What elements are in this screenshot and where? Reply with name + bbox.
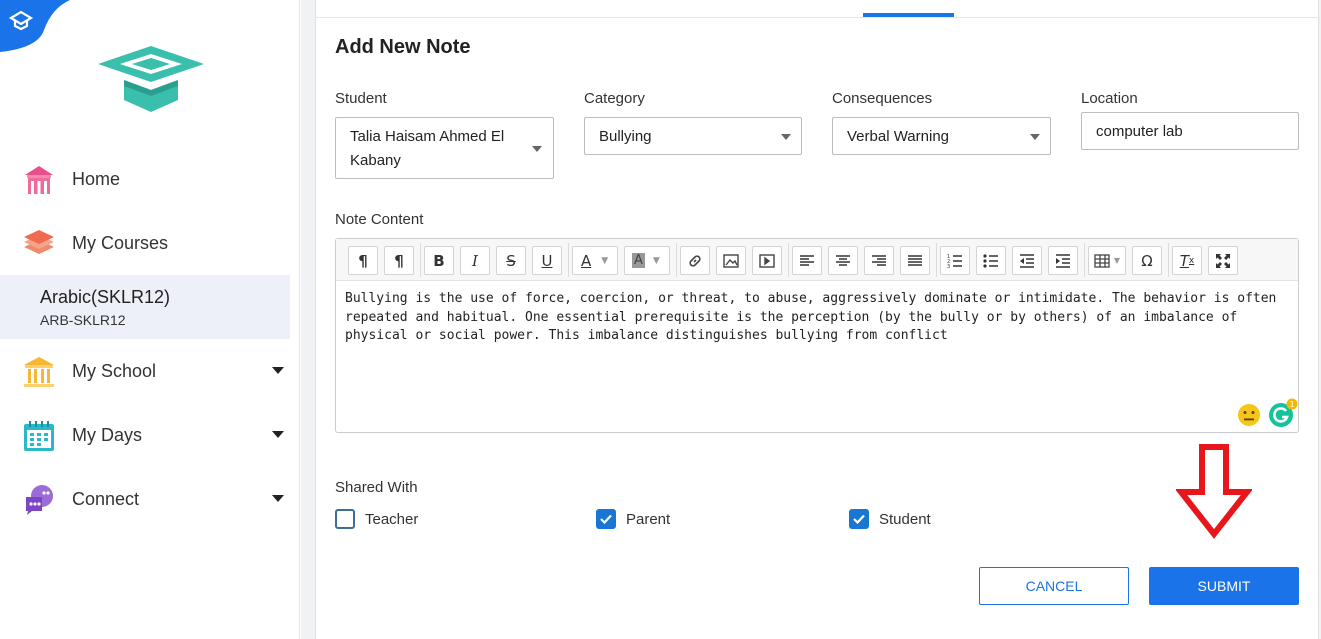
note-content-text[interactable]: Bullying is the use of force, coercion, … [345,290,1285,346]
submit-button[interactable]: SUBMIT [1149,567,1299,605]
toolbar-separator [420,243,421,277]
shared-teacher-checkbox[interactable]: Teacher [335,508,418,530]
grammarly-count: 1 [1289,400,1294,409]
nav-my-school[interactable]: My School [0,345,300,397]
table-icon[interactable]: ▼ [1088,246,1126,275]
text-color-button[interactable]: A ▼ [572,246,618,275]
student-label: Student [335,90,387,107]
home-icon [25,166,53,194]
category-value: Bullying [599,128,652,145]
location-label: Location [1081,90,1138,107]
course-name: Arabic(SKLR12) [40,287,171,307]
nav-home[interactable]: Home [0,153,300,205]
location-value: computer lab [1096,123,1183,140]
active-tab-indicator [863,13,954,17]
ltr-paragraph-button[interactable]: ¶ [348,246,378,275]
shared-student-checkbox[interactable]: Student [849,508,931,530]
note-content-label: Note Content [335,211,424,228]
dropdown-caret-icon [1030,134,1040,140]
emoji-icon[interactable] [1237,403,1261,427]
student-select[interactable]: Talia Haisam Ahmed El Kabany [335,117,554,179]
courses-icon [24,230,54,254]
sidebar: Home My Courses Arabic(SKLR12) ARB-SKLR1… [0,0,300,639]
shared-parent-checkbox[interactable]: Parent [596,508,670,530]
toolbar-separator [1084,243,1085,277]
school-icon [24,357,54,387]
video-icon[interactable] [752,246,782,275]
nav-my-school-label: My School [72,360,157,381]
fullscreen-icon[interactable] [1208,246,1238,275]
nav-my-courses[interactable]: My Courses [0,217,300,269]
checkbox-checked-icon[interactable] [596,509,616,529]
tab-divider [315,17,1319,18]
clear-format-icon[interactable]: Tx [1172,246,1202,275]
course-item-arabic[interactable]: Arabic(SKLR12) ARB-SKLR12 [0,275,290,339]
course-code: ARB-SKLR12 [40,312,126,328]
shared-with-label: Shared With [335,479,418,496]
page-title: Add New Note [335,36,471,58]
link-icon[interactable] [680,246,710,275]
chat-icon [26,485,53,515]
outdent-icon[interactable] [1012,246,1042,275]
down-arrow-annotation-icon [1176,444,1252,539]
dropdown-caret-icon [781,134,791,140]
dropdown-caret-icon [532,146,542,152]
align-center-icon[interactable] [828,246,858,275]
consequences-select[interactable]: Verbal Warning [832,117,1051,155]
underline-button[interactable]: U [532,246,562,275]
align-justify-icon[interactable] [900,246,930,275]
toolbar-separator [1168,243,1169,277]
chevron-down-icon[interactable] [272,495,284,502]
nav-connect[interactable]: Connect [0,473,300,525]
indent-icon[interactable] [1048,246,1078,275]
numbered-list-icon[interactable]: 123 [940,246,970,275]
note-editor[interactable]: ¶ ¶ B I S U A ▼ A ▼ 1 2 3 ▼ Ω T x Bullyi… [335,238,1299,433]
app-corner-logo[interactable] [0,0,70,52]
italic-button[interactable]: I [460,246,490,275]
toolbar-separator [676,243,677,277]
nav-connect-label: Connect [72,488,140,509]
location-input[interactable]: computer lab [1081,112,1299,150]
toolbar-separator [568,243,569,277]
shared-parent-label: Parent [626,510,671,528]
consequences-label: Consequences [832,90,933,107]
nav-my-days-label: My Days [72,424,143,445]
consequences-value: Verbal Warning [847,128,949,145]
shared-teacher-label: Teacher [365,510,419,528]
category-select[interactable]: Bullying [584,117,802,155]
school-logo [98,46,204,112]
cancel-button[interactable]: CANCEL [979,567,1129,605]
editor-toolbar: ¶ ¶ B I S U A ▼ A ▼ 1 2 3 ▼ Ω T x [336,239,1298,281]
checkbox-unchecked-icon[interactable] [335,509,355,529]
nav-my-days[interactable]: My Days [0,409,300,461]
align-right-icon[interactable] [864,246,894,275]
toolbar-separator [788,243,789,277]
bullet-list-icon[interactable] [976,246,1006,275]
student-value: Talia Haisam Ahmed El Kabany [350,128,505,169]
checkbox-checked-icon[interactable] [849,509,869,529]
shared-student-label: Student [879,510,931,528]
grammarly-icon[interactable]: 1 [1268,398,1298,428]
svg-text:3: 3 [947,264,950,269]
chevron-down-icon[interactable] [272,367,284,374]
toolbar-separator [936,243,937,277]
special-character-icon[interactable]: Ω [1132,246,1162,275]
nav-home-label: Home [72,168,121,189]
category-label: Category [584,90,645,107]
background-color-button[interactable]: A ▼ [624,246,670,275]
strikethrough-button[interactable]: S [496,246,526,275]
align-left-icon[interactable] [792,246,822,275]
calendar-icon [24,421,54,451]
image-icon[interactable] [716,246,746,275]
chevron-down-icon[interactable] [272,431,284,438]
bold-button[interactable]: B [424,246,454,275]
rtl-paragraph-button[interactable]: ¶ [384,246,414,275]
nav-my-courses-label: My Courses [72,232,169,253]
